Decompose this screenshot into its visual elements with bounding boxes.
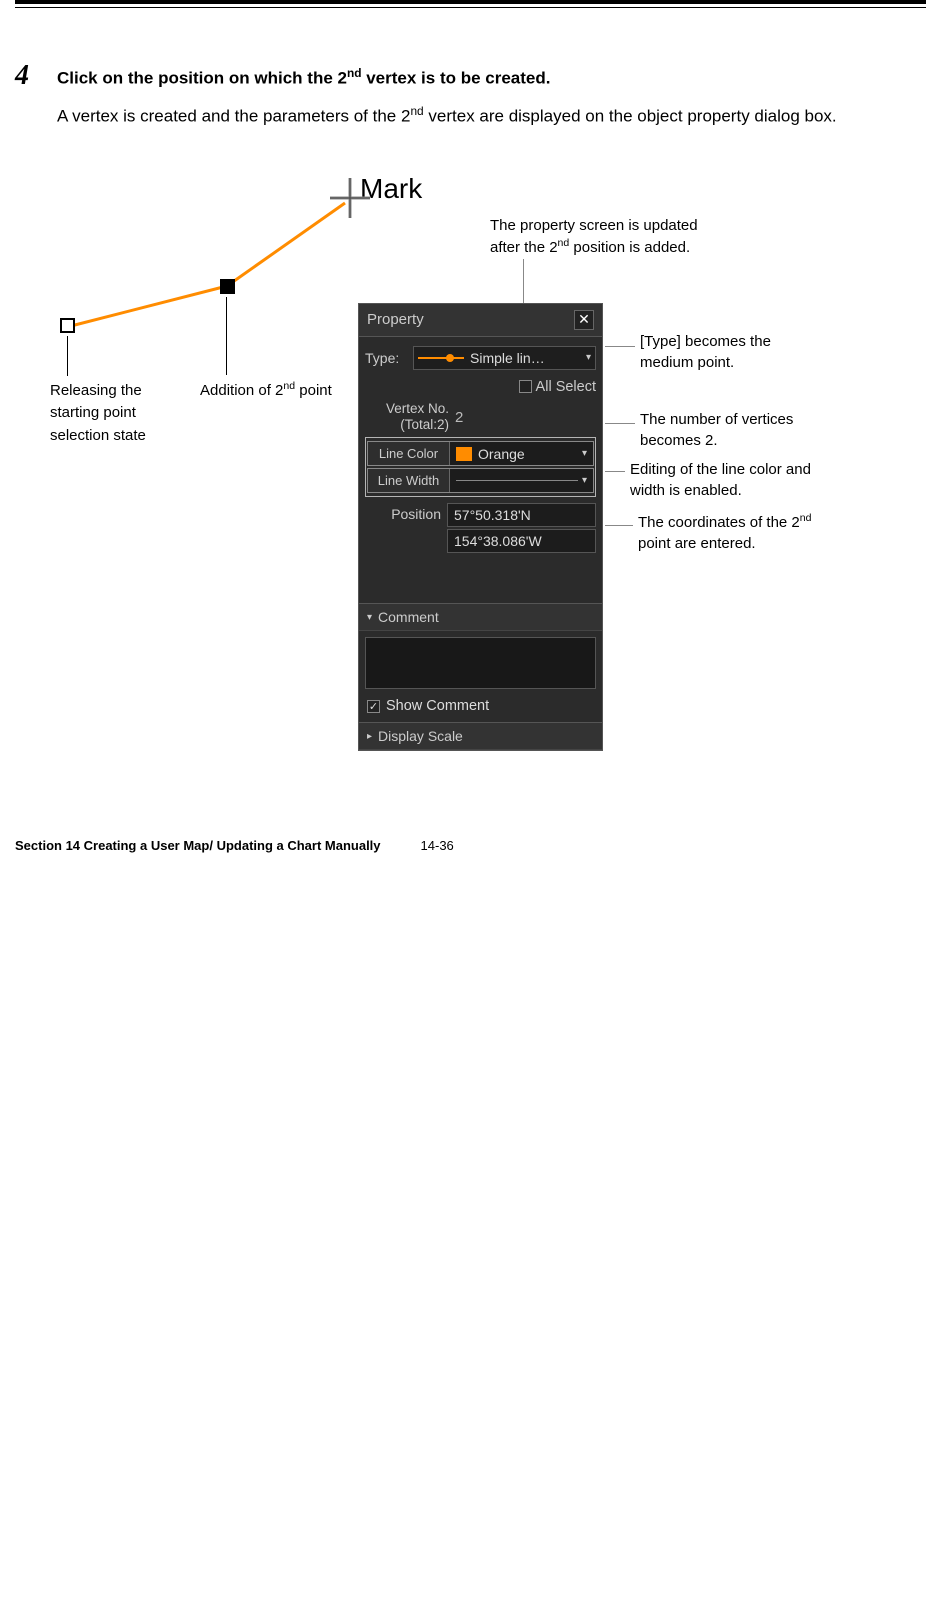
type-label: Type: (365, 350, 413, 366)
show-comment-label: Show Comment (386, 698, 489, 714)
line-color-dropdown[interactable]: Orange ▾ (450, 442, 593, 465)
second-vertex-handle (220, 279, 235, 294)
chevron-down-icon: ▾ (586, 352, 591, 363)
polyline-svg (45, 173, 375, 373)
footer-page-number: 14-36 (421, 838, 454, 853)
step-number: 4 (15, 60, 39, 92)
type-dropdown[interactable]: Simple lin… ▾ (413, 346, 596, 370)
start-vertex-handle (60, 318, 75, 333)
anno-type: [Type] becomes the medium point. (640, 331, 800, 373)
anno-vertices: The number of vertices becomes 2. (640, 409, 800, 451)
all-select-checkbox[interactable] (519, 380, 532, 393)
line-color-label: Line Color (368, 442, 450, 465)
position-lon-field[interactable]: 154°38.086'W (447, 529, 596, 553)
position-label: Position (365, 503, 447, 522)
vertex-no-label: Vertex No. (Total:2) (365, 401, 449, 433)
close-icon: ✕ (578, 311, 590, 328)
chevron-down-icon: ▾ (582, 475, 587, 486)
chevron-down-icon: ▾ (367, 612, 372, 623)
position-lat-field[interactable]: 57°50.318'N (447, 503, 596, 527)
property-panel: Property ✕ Type: Simple lin… ▾ All Selec… (358, 303, 603, 751)
chevron-right-icon: ▸ (367, 731, 372, 742)
comment-section-header[interactable]: ▾ Comment (359, 603, 602, 631)
releasing-callout: Releasing the starting point selection s… (50, 380, 170, 448)
crosshair-cursor-icon (330, 178, 370, 218)
orange-swatch-icon (456, 447, 472, 461)
simple-line-icon (418, 357, 464, 359)
line-width-label: Line Width (368, 469, 450, 492)
line-width-preview-icon (456, 480, 578, 481)
show-comment-checkbox[interactable] (367, 700, 380, 713)
display-scale-section-header[interactable]: ▸ Display Scale (359, 722, 602, 750)
chevron-down-icon: ▾ (582, 448, 587, 459)
vertex-no-value: 2 (455, 409, 463, 426)
line-width-dropdown[interactable]: ▾ (450, 469, 593, 492)
footer-section-title: Section 14 Creating a User Map/ Updating… (15, 838, 381, 853)
close-button[interactable]: ✕ (574, 310, 594, 330)
all-select-label: All Select (536, 379, 596, 395)
step-title: Click on the position on which the 2nd v… (57, 66, 550, 89)
anno-top: The property screen is updated after the… (490, 215, 725, 258)
anno-coords: The coordinates of the 2nd point are ent… (638, 511, 818, 554)
anno-color: Editing of the line color and width is e… (630, 459, 825, 501)
panel-title: Property (367, 311, 424, 328)
addition-callout: Addition of 2nd point (200, 380, 332, 399)
step-body: A vertex is created and the parameters o… (57, 100, 926, 133)
comment-textarea[interactable] (365, 637, 596, 689)
